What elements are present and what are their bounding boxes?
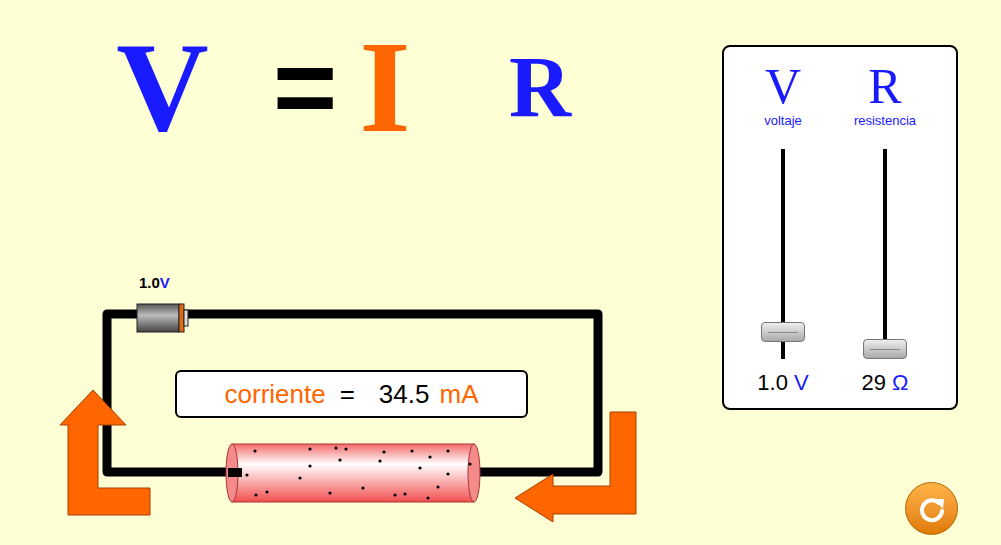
- battery-label: 1.0V: [139, 274, 170, 292]
- sim-canvas: V =IR 1.0V corriente=34.5mA: [0, 0, 722, 545]
- slider-thumb[interactable]: [863, 339, 907, 359]
- reset-button[interactable]: [905, 482, 958, 535]
- ohms-law-sim: V=IR1.0Vcorriente=34.5mAVvoltaje1.0 VRre…: [0, 0, 1001, 545]
- equation-resistance: R: [490, 22, 590, 152]
- resistor: [226, 444, 480, 502]
- circuit-diagram: [0, 0, 722, 545]
- slider-label: voltaje: [764, 113, 802, 129]
- control-panel: Vvoltaje 1.0 V Rresistencia 29 Ω: [722, 45, 958, 410]
- slider-symbol: V: [765, 59, 801, 113]
- slider-value: 29 Ω: [861, 369, 908, 397]
- equation-equals: =: [255, 22, 355, 152]
- current-readout: corriente=34.5mA: [175, 370, 528, 418]
- battery-icon: [137, 304, 188, 332]
- current-arrow-left-icon: [515, 412, 636, 522]
- slider-column: Vvoltaje 1.0 V: [733, 47, 833, 408]
- slider-track[interactable]: [761, 149, 805, 359]
- slider-value: 1.0 V: [757, 369, 808, 397]
- slider-track[interactable]: [863, 149, 907, 359]
- current-arrow-up-icon: [60, 390, 150, 515]
- reset-icon: [917, 494, 947, 524]
- slider-label: resistencia: [854, 113, 916, 129]
- slider-column: Rresistencia 29 Ω: [835, 47, 935, 408]
- equation: V =IR: [0, 0, 722, 152]
- slider-thumb[interactable]: [761, 322, 805, 342]
- equation-voltage: V: [110, 22, 215, 152]
- right-column: Vvoltaje 1.0 V Rresistencia 29 Ω: [722, 0, 1001, 545]
- equation-current: I: [355, 22, 415, 152]
- slider-symbol: R: [868, 59, 901, 113]
